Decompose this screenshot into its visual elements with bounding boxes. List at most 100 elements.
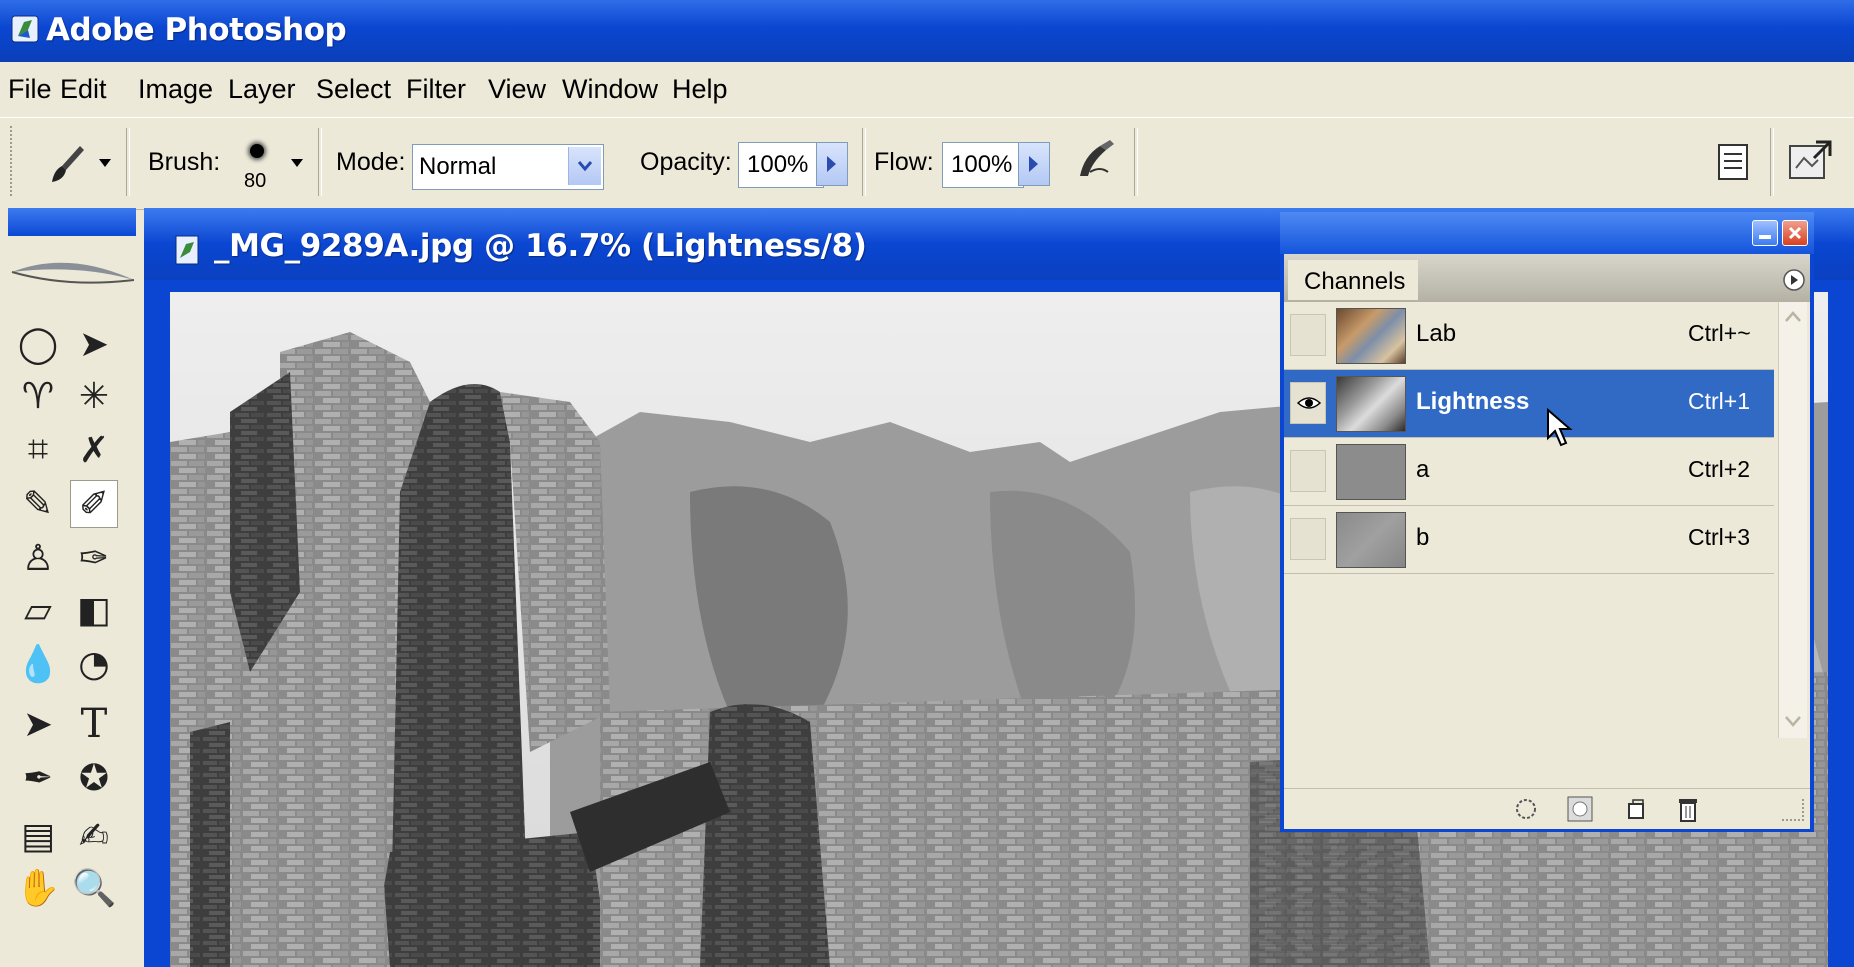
- crop-icon[interactable]: ⌗: [14, 426, 62, 474]
- flow-input[interactable]: 100%: [942, 142, 1024, 188]
- menu-edit[interactable]: Edit: [60, 74, 107, 105]
- channel-thumbnail: [1336, 512, 1406, 568]
- app-title-bar: Adobe Photoshop: [0, 0, 1854, 62]
- flow-slider-button[interactable]: [1018, 142, 1050, 186]
- tool-preset-dropdown-icon[interactable]: [98, 158, 112, 168]
- palette-well-icon[interactable]: [1716, 142, 1750, 182]
- visibility-toggle[interactable]: [1290, 518, 1326, 560]
- menu-bar: File Edit Image Layer Select Filter View…: [0, 62, 1854, 117]
- zoom-icon[interactable]: 🔍: [70, 864, 118, 912]
- visibility-toggle[interactable]: [1290, 450, 1326, 492]
- menu-view[interactable]: View: [488, 74, 546, 105]
- airbrush-icon[interactable]: [1070, 136, 1118, 184]
- gradient-icon[interactable]: ◧: [70, 586, 118, 634]
- scroll-down-icon[interactable]: [1783, 714, 1803, 728]
- photoshop-icon: [11, 15, 39, 43]
- channel-name: b: [1416, 524, 1430, 551]
- channel-row-lab[interactable]: Lab Ctrl+~: [1284, 302, 1774, 370]
- move-icon[interactable]: ➤: [70, 320, 118, 368]
- blur-icon[interactable]: 💧: [14, 640, 62, 688]
- separator: [862, 128, 866, 196]
- brush-picker-dropdown-icon[interactable]: [290, 158, 304, 168]
- options-grip[interactable]: [10, 126, 16, 196]
- resize-grip-icon[interactable]: [1782, 799, 1804, 821]
- slice-icon[interactable]: ✗: [70, 426, 118, 474]
- channel-name: a: [1416, 456, 1430, 483]
- load-selection-icon[interactable]: [1514, 797, 1538, 821]
- channel-shortcut: Ctrl+1: [1688, 388, 1750, 414]
- tab-strip: Channels: [1284, 254, 1810, 302]
- channels-scrollbar[interactable]: [1778, 302, 1807, 738]
- channel-row-b[interactable]: b Ctrl+3: [1284, 506, 1774, 574]
- pen-icon[interactable]: ✒: [14, 754, 62, 802]
- tab-channels[interactable]: Channels: [1288, 260, 1418, 300]
- opacity-input[interactable]: 100%: [738, 142, 824, 188]
- channel-row-lightness[interactable]: Lightness Ctrl+1: [1284, 370, 1774, 447]
- eye-icon: [1297, 397, 1321, 409]
- brush-size: 80: [244, 170, 267, 192]
- opacity-value: 100%: [747, 151, 809, 178]
- flow-value: 100%: [951, 151, 1013, 178]
- options-bar: Brush: 80 Mode: Normal Opacity: 100% Flo…: [0, 117, 1854, 210]
- clone-stamp-icon[interactable]: ♙: [14, 534, 62, 582]
- file-browser-icon[interactable]: [1786, 138, 1834, 184]
- palette-title-bar[interactable]: [1280, 212, 1814, 254]
- save-selection-icon[interactable]: [1566, 795, 1594, 823]
- path-selection-icon[interactable]: ➤: [14, 700, 62, 748]
- separator: [126, 128, 130, 196]
- notes-icon[interactable]: ▤: [14, 812, 62, 860]
- menu-file[interactable]: File: [8, 74, 52, 105]
- opacity-slider-button[interactable]: [816, 142, 848, 186]
- brush-icon[interactable]: [44, 142, 88, 186]
- brush-preview-icon[interactable]: [250, 144, 264, 158]
- menu-image[interactable]: Image: [138, 74, 213, 105]
- menu-help[interactable]: Help: [672, 74, 728, 105]
- document-icon: [175, 235, 199, 265]
- hand-icon[interactable]: ✋: [14, 864, 62, 912]
- scroll-up-icon[interactable]: [1783, 310, 1803, 324]
- new-channel-icon[interactable]: [1624, 797, 1648, 821]
- menu-layer[interactable]: Layer: [228, 74, 296, 105]
- minimize-icon[interactable]: [1752, 220, 1778, 246]
- channel-thumbnail: [1336, 376, 1406, 432]
- channel-shortcut: Ctrl+3: [1688, 524, 1750, 550]
- toolbox-title-bar[interactable]: [8, 208, 136, 236]
- visibility-toggle[interactable]: [1290, 314, 1326, 356]
- menu-select[interactable]: Select: [316, 74, 391, 105]
- channel-row-a[interactable]: a Ctrl+2: [1284, 438, 1774, 506]
- custom-shape-icon[interactable]: ✪: [70, 754, 118, 802]
- channels-bottom-bar: [1284, 788, 1810, 829]
- channels-palette: Channels Lab Ctrl+~ Lightness Ctrl+1 a C…: [1280, 212, 1814, 832]
- feather-logo-icon[interactable]: [8, 242, 134, 298]
- separator: [1134, 128, 1138, 196]
- trash-icon[interactable]: [1676, 795, 1700, 823]
- channel-thumbnail: [1336, 308, 1406, 364]
- eyedropper-icon[interactable]: ✍: [70, 812, 118, 860]
- app-title: Adobe Photoshop: [46, 12, 347, 48]
- mode-select[interactable]: Normal: [412, 144, 604, 190]
- chevron-down-icon[interactable]: [568, 147, 601, 185]
- dodge-icon[interactable]: ◔: [70, 640, 118, 688]
- separator: [318, 128, 322, 196]
- type-icon[interactable]: T: [70, 700, 118, 748]
- toolbox: ◯ ➤ ♈ ✳ ⌗ ✗ ✎ ✐ ♙ ✑ ▱ ◧ 💧 ◔ ➤ T ✒ ✪ ▤ ✍ …: [0, 208, 136, 967]
- close-icon[interactable]: [1782, 220, 1808, 246]
- palette-menu-icon[interactable]: [1782, 268, 1806, 292]
- channel-shortcut: Ctrl+~: [1688, 320, 1751, 346]
- opacity-label: Opacity:: [640, 148, 732, 176]
- history-brush-icon[interactable]: ✑: [70, 534, 118, 582]
- document-title: _MG_9289A.jpg @ 16.7% (Lightness/8): [214, 228, 867, 264]
- channel-name: Lightness: [1416, 388, 1530, 415]
- brush-label: Brush:: [148, 148, 221, 176]
- healing-brush-icon[interactable]: ✎: [14, 480, 62, 528]
- magic-wand-icon[interactable]: ✳: [70, 372, 118, 420]
- eraser-icon[interactable]: ▱: [14, 586, 62, 634]
- marquee-icon[interactable]: ◯: [14, 320, 62, 368]
- channels-palette-body: Channels Lab Ctrl+~ Lightness Ctrl+1 a C…: [1284, 254, 1810, 829]
- mode-label: Mode:: [336, 148, 406, 176]
- lasso-icon[interactable]: ♈: [14, 372, 62, 420]
- menu-window[interactable]: Window: [562, 74, 658, 105]
- menu-filter[interactable]: Filter: [406, 74, 466, 105]
- visibility-toggle[interactable]: [1290, 382, 1326, 424]
- brush-tool-icon[interactable]: ✐: [70, 480, 118, 528]
